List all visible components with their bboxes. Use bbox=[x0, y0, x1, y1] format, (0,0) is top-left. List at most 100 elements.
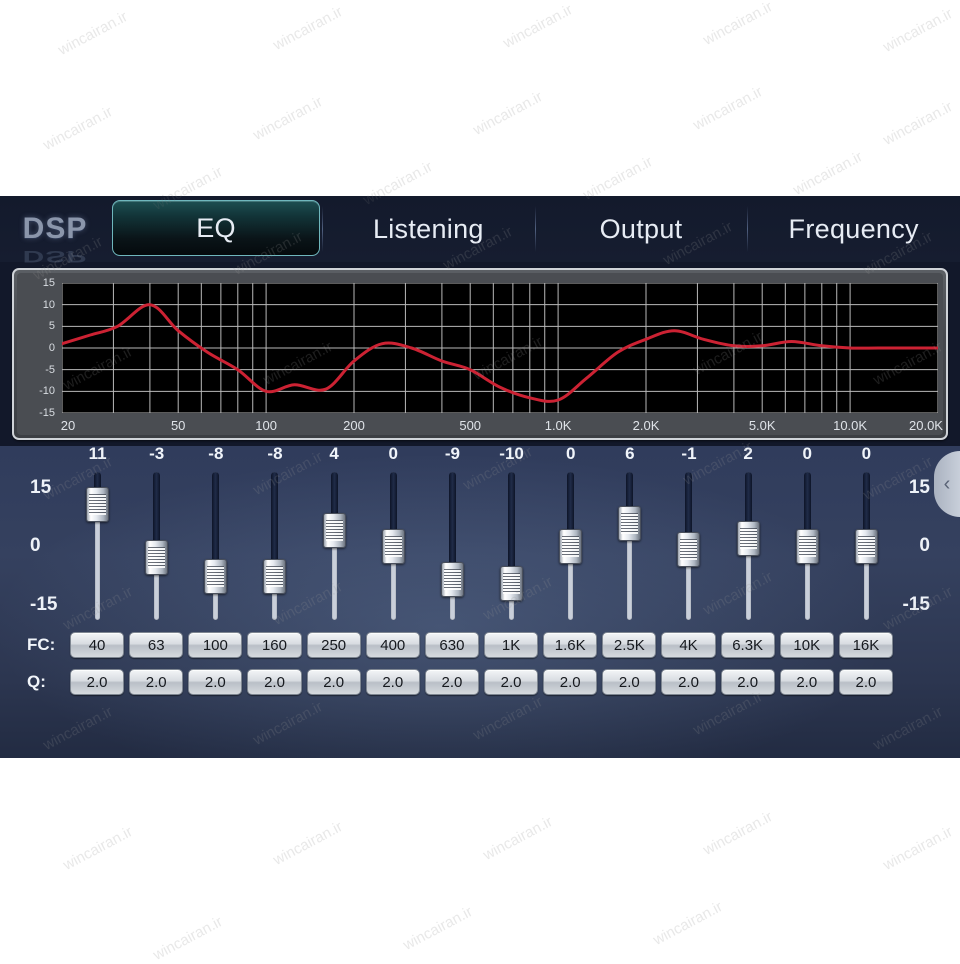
graph-x-tick: 5.0K bbox=[748, 418, 776, 433]
scale-left-bottom: -15 bbox=[30, 594, 58, 615]
graph-x-tick: 10.0K bbox=[833, 418, 868, 433]
band-slider[interactable]: 6 bbox=[600, 444, 659, 626]
band-slider-knob[interactable] bbox=[440, 562, 464, 598]
band-slider[interactable]: -8 bbox=[245, 444, 304, 626]
scale-left-mid: 0 bbox=[30, 535, 41, 556]
fc-cell[interactable]: 2.5K bbox=[602, 632, 657, 658]
band-slider-fill bbox=[330, 472, 338, 520]
band-gain-value: -3 bbox=[149, 444, 165, 463]
band-slider-knob[interactable] bbox=[86, 487, 110, 523]
band-slider[interactable]: 0 bbox=[541, 444, 600, 626]
band-slider[interactable]: -10 bbox=[482, 444, 541, 626]
scale-right-mid: 0 bbox=[919, 535, 930, 556]
tab-eq[interactable]: EQ bbox=[112, 200, 320, 256]
watermark: wincairan.ir bbox=[40, 103, 116, 154]
fc-cell[interactable]: 100 bbox=[188, 632, 243, 658]
graph-y-tick: 10 bbox=[42, 298, 55, 311]
band-slider-fill bbox=[567, 472, 575, 535]
watermark: wincairan.ir bbox=[690, 83, 766, 134]
watermark: wincairan.ir bbox=[270, 818, 346, 869]
tab-frequency[interactable]: Frequency bbox=[747, 196, 960, 262]
band-slider[interactable]: -8 bbox=[186, 444, 245, 626]
q-cell[interactable]: 2.0 bbox=[188, 669, 243, 695]
graph-x-tick: 200 bbox=[343, 418, 365, 433]
band-gain-value: -8 bbox=[267, 444, 283, 463]
fc-cell[interactable]: 16K bbox=[838, 632, 893, 658]
fc-cell[interactable]: 40 bbox=[70, 632, 125, 658]
q-cell[interactable]: 2.0 bbox=[543, 669, 598, 695]
q-cell[interactable]: 2.0 bbox=[424, 669, 479, 695]
fc-cell[interactable]: 250 bbox=[306, 632, 361, 658]
band-gain-value: -10 bbox=[499, 444, 524, 463]
band-slider[interactable]: 0 bbox=[837, 444, 896, 626]
q-cell[interactable]: 2.0 bbox=[306, 669, 361, 695]
q-row-label: Q: bbox=[27, 672, 46, 691]
graph-x-tick: 20 bbox=[60, 418, 76, 433]
fc-cell[interactable]: 630 bbox=[424, 632, 479, 658]
band-slider-fill bbox=[744, 472, 752, 527]
tab-listening[interactable]: Listening bbox=[322, 196, 535, 262]
q-cell[interactable]: 2.0 bbox=[365, 669, 420, 695]
fc-row-label: FC: bbox=[27, 635, 56, 654]
q-cell[interactable]: 2.0 bbox=[70, 669, 125, 695]
q-cell[interactable]: 2.0 bbox=[602, 669, 657, 695]
fc-cell[interactable]: 6.3K bbox=[720, 632, 775, 658]
band-slider-knob[interactable] bbox=[559, 528, 583, 564]
band-gain-value: 6 bbox=[625, 444, 635, 463]
band-slider-knob[interactable] bbox=[322, 513, 346, 549]
band-slider-knob[interactable] bbox=[618, 505, 642, 541]
watermark: wincairan.ir bbox=[700, 0, 776, 49]
q-cell[interactable]: 2.0 bbox=[838, 669, 893, 695]
band-slider[interactable]: 2 bbox=[719, 444, 778, 626]
q-cell[interactable]: 2.0 bbox=[779, 669, 834, 695]
band-slider-knob[interactable] bbox=[500, 566, 524, 602]
eq-curve bbox=[62, 303, 938, 403]
band-slider[interactable]: -1 bbox=[659, 444, 718, 626]
band-slider[interactable]: 4 bbox=[305, 444, 364, 626]
fc-cell[interactable]: 1K bbox=[484, 632, 539, 658]
fc-cell[interactable]: 1.6K bbox=[543, 632, 598, 658]
band-slider[interactable]: 0 bbox=[364, 444, 423, 626]
band-slider-knob[interactable] bbox=[263, 558, 287, 594]
graph-x-tick: 20.0K bbox=[909, 418, 943, 433]
band-gain-value: 0 bbox=[802, 444, 812, 463]
band-slider[interactable]: -9 bbox=[423, 444, 482, 626]
watermark: wincairan.ir bbox=[250, 93, 326, 144]
tab-output[interactable]: Output bbox=[534, 196, 748, 262]
band-slider[interactable]: 11 bbox=[68, 444, 127, 626]
band-slider-knob[interactable] bbox=[854, 528, 878, 564]
graph-inner: 15 10 5 0 -5 -10 -15 20 50 100 200 500 1.0K 2.0K 5.0K… bbox=[17, 273, 943, 435]
tab-frequency-label: Frequency bbox=[788, 213, 919, 244]
q-cell[interactable]: 2.0 bbox=[129, 669, 184, 695]
graph-x-tick: 1.0K bbox=[544, 418, 572, 433]
tab-eq-label: EQ bbox=[196, 212, 236, 243]
fc-cell[interactable]: 10K bbox=[779, 632, 834, 658]
band-slider-knob[interactable] bbox=[381, 528, 405, 564]
watermark: wincairan.ir bbox=[55, 8, 131, 59]
q-cell[interactable]: 2.0 bbox=[720, 669, 775, 695]
band-slider-knob[interactable] bbox=[145, 539, 169, 575]
fc-cell[interactable]: 4K bbox=[661, 632, 716, 658]
dsp-logo: DSP DSP bbox=[0, 196, 110, 265]
band-slider-knob[interactable] bbox=[677, 532, 701, 568]
band-slider[interactable]: -3 bbox=[127, 444, 186, 626]
band-slider-knob[interactable] bbox=[204, 558, 228, 594]
watermark: wincairan.ir bbox=[790, 148, 866, 199]
graph-y-tick: 0 bbox=[48, 342, 55, 354]
watermark: wincairan.ir bbox=[270, 3, 346, 54]
band-gain-value: -1 bbox=[681, 444, 697, 463]
q-cell[interactable]: 2.0 bbox=[661, 669, 716, 695]
watermark: wincairan.ir bbox=[650, 898, 726, 949]
q-cell[interactable]: 2.0 bbox=[484, 669, 539, 695]
band-slider-fill bbox=[448, 472, 456, 569]
band-slider-fill bbox=[212, 472, 220, 565]
q-cell[interactable]: 2.0 bbox=[247, 669, 302, 695]
band-slider[interactable]: 0 bbox=[778, 444, 837, 626]
fc-cell[interactable]: 400 bbox=[365, 632, 420, 658]
band-slider-knob[interactable] bbox=[736, 520, 760, 556]
band-gain-value: 0 bbox=[388, 444, 398, 463]
band-slider-knob[interactable] bbox=[795, 528, 819, 564]
fc-cell[interactable]: 63 bbox=[129, 632, 184, 658]
fc-cell[interactable]: 160 bbox=[247, 632, 302, 658]
graph-plot-area bbox=[62, 283, 938, 413]
